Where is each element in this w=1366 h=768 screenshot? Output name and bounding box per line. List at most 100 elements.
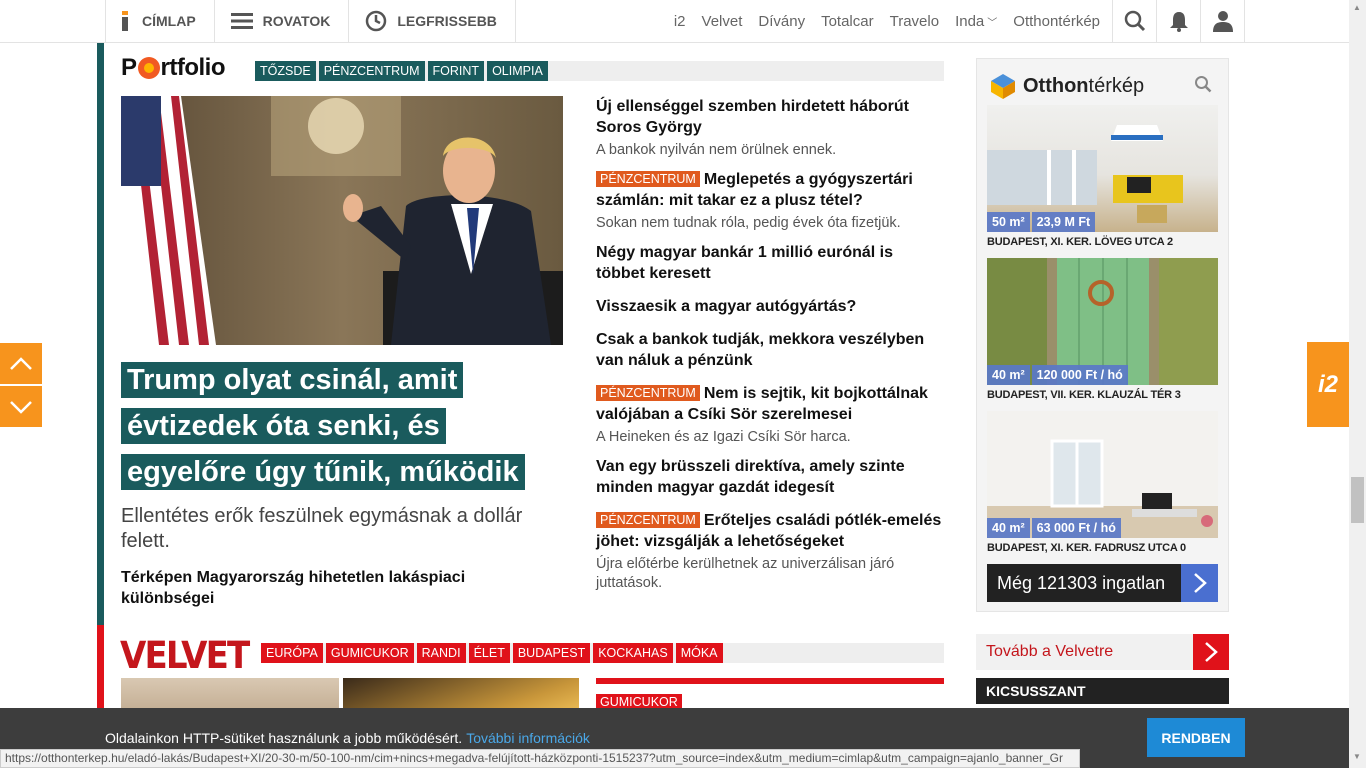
nav-home[interactable]: CÍMLAP (106, 0, 215, 42)
tag-gumicukor[interactable]: GUMICUKOR (325, 643, 414, 663)
otthonterkep-logo[interactable]: Otthontérkép (989, 72, 1144, 100)
list-item[interactable]: Csak a bankok tudják, mekkora veszélyben… (596, 329, 946, 371)
list-item[interactable]: Van egy brüsszeli direktíva, amely szint… (596, 456, 946, 498)
nav-link-velvet[interactable]: Velvet (694, 13, 751, 30)
velvet-more-link[interactable]: Tovább a Velvetre (976, 634, 1229, 670)
nav-latest-label: LEGFRISSEBB (397, 13, 497, 29)
more-listings-button[interactable]: Még 121303 ingatlan (987, 564, 1218, 602)
chevron-up-icon (10, 356, 32, 370)
tag-europa[interactable]: EURÓPA (261, 643, 323, 663)
scroll-up-arrow-icon[interactable]: ▲ (1353, 3, 1361, 12)
clock-icon (366, 10, 387, 32)
portfolio-logo-rest: rtfolio (160, 54, 226, 81)
scroll-up-button[interactable] (0, 343, 42, 384)
nav-sections-label: ROVATOK (262, 13, 331, 29)
i2-button[interactable]: i2 (1307, 342, 1349, 427)
scrollbar-thumb[interactable] (1351, 477, 1364, 523)
top-navigation: CÍMLAP ROVATOK LEGFRISSEBB i2 Velvet Dív… (0, 0, 1366, 43)
kicker-badge[interactable]: PÉNZCENTRUM (596, 512, 700, 528)
profile-button[interactable] (1200, 0, 1244, 42)
list-item[interactable]: Új ellenséggel szemben hirdetett háborút… (596, 96, 946, 160)
listing-card[interactable]: 50 m² 23,9 M Ft BUDAPEST, XI. KER. LÖVEG … (987, 105, 1218, 248)
hero-sub-article[interactable]: Térképen Magyarország hihetetlen lakáspi… (121, 567, 561, 609)
nav-link-otthonterkep[interactable]: Otthontérkép (1005, 13, 1108, 30)
listing-area: 40 m² (987, 518, 1030, 538)
listing-image: 50 m² 23,9 M Ft (987, 105, 1218, 232)
hero-title-text: Trump olyat csinál, amit évtizedek óta s… (121, 362, 525, 490)
velvet-section-bar (97, 625, 104, 715)
kicker-badge[interactable]: PÉNZCENTRUM (596, 385, 700, 401)
tag-budapest[interactable]: BUDAPEST (512, 643, 591, 663)
article-lead: A bankok nyilván nem örülnek ennek. (596, 142, 837, 158)
listing-badges: 50 m² 23,9 M Ft (987, 212, 1096, 232)
tag-tozsde[interactable]: TŐZSDE (255, 61, 316, 81)
cookie-more-info-link[interactable]: További információk (466, 730, 590, 746)
listing-card[interactable]: 40 m² 120 000 Ft / hó BUDAPEST, VII. KER.… (987, 258, 1218, 401)
scroll-down-button[interactable] (0, 386, 42, 427)
velvet-divider (596, 678, 944, 684)
list-item[interactable]: PÉNZCENTRUM Meglepetés a gyógyszertári sz… (596, 169, 946, 233)
more-listings-label: Még 121303 ingatlan (997, 572, 1166, 593)
scroll-down-arrow-icon[interactable]: ▼ (1353, 752, 1361, 761)
article-title: PÉNZCENTRUM Nem is sejtik, kit bojkottáln… (596, 383, 946, 425)
tag-randi[interactable]: RANDI (416, 643, 466, 663)
tag-moka[interactable]: MÓKA (675, 643, 723, 663)
chevron-right-icon (1181, 564, 1218, 602)
menu-icon (230, 13, 253, 29)
article-title: PÉNZCENTRUM Erőteljes családi pótlék-emel… (596, 510, 946, 552)
hero-lead: Ellentétes erők feszülnek egymásnak a do… (121, 505, 523, 552)
cookie-accept-button[interactable]: RENDBEN (1147, 718, 1245, 757)
notifications-button[interactable] (1156, 0, 1200, 42)
listing-area: 50 m² (987, 212, 1030, 232)
portfolio-article-list: Új ellenséggel szemben hirdetett háborút… (596, 96, 946, 602)
listing-price: 120 000 Ft / hó (1031, 365, 1128, 385)
nav-link-divany[interactable]: Dívány (750, 13, 813, 30)
portfolio-tags: TŐZSDE PÉNZCENTRUM FORINT OLIMPIA (255, 61, 944, 81)
listing-price: 23,9 M Ft (1031, 212, 1096, 232)
search-icon (1195, 76, 1212, 93)
page-scrollbar[interactable]: ▲ ▼ (1349, 0, 1366, 768)
cookie-message: Oldalainkon HTTP-sütiket használunk a jo… (105, 730, 590, 746)
nav-home-label: CÍMLAP (142, 13, 196, 29)
nav-link-inda[interactable]: Inda ﹀ (947, 13, 1005, 30)
chevron-down-icon: ﹀ (987, 17, 998, 29)
listing-card[interactable]: 40 m² 63 000 Ft / hó BUDAPEST, XI. KER. F… (987, 411, 1218, 554)
nav-link-inda-label: Inda (955, 12, 985, 30)
listing-price: 63 000 Ft / hó (1031, 518, 1121, 538)
tag-forint[interactable]: FORINT (427, 61, 485, 81)
article-lead: Sokan nem tudnak róla, pedig évek óta fi… (596, 215, 901, 231)
nav-link-i2[interactable]: i2 (666, 13, 694, 30)
nav-sections[interactable]: ROVATOK (215, 0, 350, 42)
tag-penzcentrum[interactable]: PÉNZCENTRUM (318, 61, 425, 81)
article-title: Van egy brüsszeli direktíva, amely szint… (596, 458, 905, 496)
tag-olimpia[interactable]: OLIMPIA (487, 61, 548, 81)
portfolio-logo[interactable]: Prtfolio (121, 54, 226, 82)
otthonterkep-search-button[interactable] (1194, 75, 1212, 98)
hero-image[interactable] (121, 96, 563, 345)
tag-kockahas[interactable]: KOCKAHAS (593, 643, 673, 663)
chevron-right-icon (1193, 634, 1229, 670)
hero-title[interactable]: Trump olyat csinál, amit évtizedek óta s… (121, 357, 561, 495)
kicker-badge[interactable]: PÉNZCENTRUM (596, 171, 700, 187)
list-item[interactable]: Visszaesik a magyar autógyártás? (596, 296, 946, 317)
section-scroll-nav (0, 343, 42, 429)
list-item[interactable]: PÉNZCENTRUM Nem is sejtik, kit bojkottáln… (596, 383, 946, 447)
search-button[interactable] (1112, 0, 1156, 42)
article-lead: Újra előtérbe kerülhetnek az univerzális… (596, 556, 895, 591)
bell-icon (1169, 12, 1188, 32)
nav-latest[interactable]: LEGFRISSEBB (349, 0, 516, 42)
top-nav-inner: CÍMLAP ROVATOK LEGFRISSEBB i2 Velvet Dív… (105, 0, 1245, 43)
logo-regular: térkép (1088, 74, 1145, 97)
nav-link-travelo[interactable]: Travelo (882, 13, 947, 30)
tag-elet[interactable]: ÉLET (468, 643, 510, 663)
velvet-more-label: Tovább a Velvetre (986, 643, 1114, 660)
listing-badges: 40 m² 120 000 Ft / hó (987, 365, 1128, 385)
kicsusszant-header[interactable]: KICSUSSZANT (976, 678, 1229, 704)
velvet-logo[interactable]: VELVET (120, 634, 250, 677)
hero-photo (121, 96, 563, 345)
velvet-tags: EURÓPA GUMICUKOR RANDI ÉLET BUDAPEST KOC… (261, 643, 944, 663)
home-icon (122, 11, 128, 31)
list-item[interactable]: Négy magyar bankár 1 millió eurónál is t… (596, 242, 946, 284)
list-item[interactable]: PÉNZCENTRUM Erőteljes családi pótlék-emel… (596, 510, 946, 593)
nav-link-totalcar[interactable]: Totalcar (813, 13, 882, 30)
